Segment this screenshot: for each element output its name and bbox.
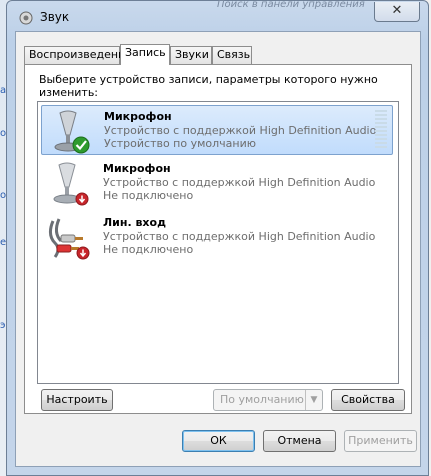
instruction-text: Выберите устройство записи, параметры ко… [39, 73, 378, 99]
unplugged-arrow-icon [75, 192, 89, 206]
window-title: Звук [40, 10, 70, 24]
device-name: Микрофон [103, 162, 171, 175]
properties-button[interactable]: Свойства [331, 389, 405, 411]
input-level-meter [375, 110, 387, 152]
configure-button[interactable]: Настроить [41, 389, 113, 411]
default-checkmark-icon [72, 136, 90, 154]
tab-label: Связь [217, 48, 251, 61]
tab-playback[interactable]: Воспроизведение [24, 46, 132, 64]
device-name: Лин. вход [103, 216, 166, 229]
tab-label: Воспроизведение [29, 48, 132, 61]
device-status: Устройство по умолчанию [104, 137, 257, 150]
recording-panel: Выберите устройство записи, параметры ко… [24, 64, 412, 414]
device-description: Устройство с поддержкой High Definition … [104, 124, 377, 137]
line-in-cable-icon [48, 218, 90, 260]
set-default-label: По умолчанию [220, 393, 304, 406]
dialog-body: Воспроизведение Запись Звуки Связь Выбер… [15, 31, 421, 467]
background-link-fragment: э [0, 320, 6, 331]
recording-device-list[interactable]: Микрофон Устройство с поддержкой High De… [37, 101, 399, 384]
device-list-item[interactable]: Лин. вход Устройство с поддержкой High D… [41, 212, 393, 262]
apply-button[interactable]: Применить [344, 430, 417, 452]
tab-label: Запись [125, 46, 166, 59]
chevron-down-icon[interactable]: ▼ [305, 390, 322, 410]
device-status: Не подключено [103, 189, 194, 202]
device-description: Устройство с поддержкой High Definition … [103, 230, 376, 243]
microphone-icon [53, 162, 89, 206]
background-search-text: Поиск в панели управления [217, 0, 365, 10]
close-button[interactable]: ✕ [374, 2, 420, 22]
tab-communications[interactable]: Связь [212, 46, 252, 64]
set-default-split-button[interactable]: По умолчанию ▼ [213, 389, 323, 411]
device-name: Микрофон [104, 110, 172, 123]
sound-dialog: Поиск в панели управления Звук ✕ Воспрои… [6, 0, 429, 476]
close-icon: ✕ [391, 3, 403, 18]
tab-recording[interactable]: Запись [120, 44, 170, 65]
device-description: Устройство с поддержкой High Definition … [103, 176, 376, 189]
tab-label: Звуки [175, 48, 209, 61]
device-list-item[interactable]: Микрофон Устройство с поддержкой High De… [41, 158, 393, 208]
title-bar[interactable]: Поиск в панели управления Звук ✕ [7, 0, 428, 31]
device-status: Не подключено [103, 243, 194, 256]
unplugged-arrow-icon [76, 246, 90, 260]
microphone-icon [54, 110, 90, 154]
tab-sounds[interactable]: Звуки [170, 46, 212, 64]
device-list-item[interactable]: Микрофон Устройство с поддержкой High De… [41, 105, 393, 155]
ok-button[interactable]: ОК [182, 430, 255, 452]
cancel-button[interactable]: Отмена [263, 430, 336, 452]
speaker-icon [19, 11, 33, 25]
